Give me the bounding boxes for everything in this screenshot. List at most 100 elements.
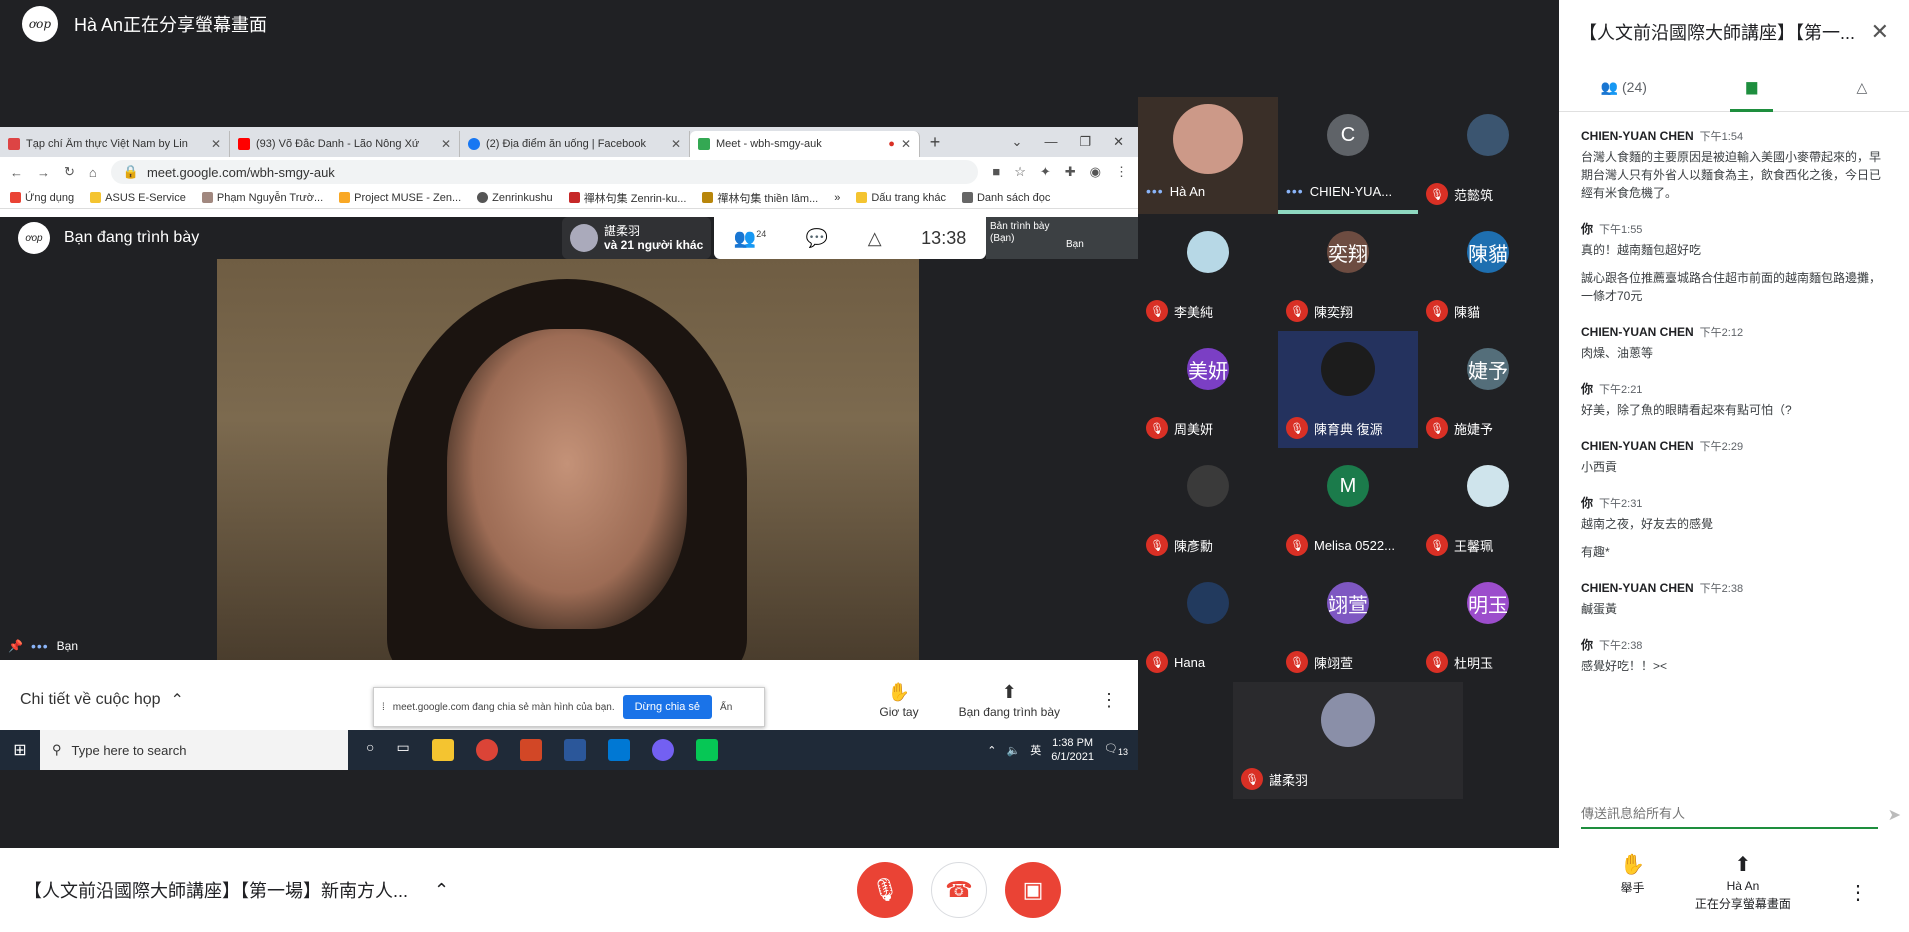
minimize-icon[interactable]: — xyxy=(1044,134,1057,150)
inner-more-button[interactable]: ⋮ xyxy=(1100,690,1118,711)
bookmark[interactable]: 禪林句集 thiền lâm... xyxy=(702,190,818,206)
bookmark[interactable]: ASUS E-Service xyxy=(90,192,186,204)
restore-icon[interactable]: ❐ xyxy=(1079,134,1091,150)
volume-icon[interactable]: 🔈 xyxy=(1006,744,1020,757)
powerpoint-icon[interactable] xyxy=(519,739,542,761)
participant-tile[interactable]: 翊萱 🎙 陳翊萱 xyxy=(1278,565,1418,682)
mail-icon[interactable] xyxy=(607,739,630,761)
taskbar-search[interactable]: ⚲ Type here to search xyxy=(40,730,348,770)
close-window-icon[interactable]: ✕ xyxy=(1113,134,1124,150)
bookmark[interactable]: Project MUSE - Zen... xyxy=(339,192,461,204)
participant-tile[interactable]: 陳貓 🎙 陳貓 xyxy=(1418,214,1558,331)
drag-handle-icon[interactable]: ⁞ xyxy=(382,702,385,713)
participant-tile[interactable]: 婕予 🎙 施婕予 xyxy=(1418,331,1558,448)
close-icon[interactable]: ✕ xyxy=(1871,19,1889,45)
participant-tile[interactable]: 🎙 范懿筑 xyxy=(1418,97,1558,214)
chat-icon[interactable]: 💬 xyxy=(806,228,828,249)
browser-tab[interactable]: Tạp chí Ẩm thực Việt Nam by Lin ✕ xyxy=(0,131,230,157)
participant-tile[interactable]: 🎙 李美純 xyxy=(1138,214,1278,331)
participant-tile[interactable]: ••• Hà An xyxy=(1138,97,1278,214)
windows-start-icon[interactable]: ⊞ xyxy=(0,740,40,760)
search-icon: ⚲ xyxy=(52,742,62,757)
participant-tile[interactable]: 🎙 陳彥勳 xyxy=(1138,448,1278,565)
activities-icon[interactable]: △ xyxy=(868,228,882,249)
meeting-title-button[interactable]: 【人文前沿國際大師講座】【第一場】新南方人... ⌃ xyxy=(24,877,449,903)
meeting-details-button[interactable]: Chi tiết về cuộc họp ⌃ xyxy=(20,690,184,710)
chat-message-input[interactable] xyxy=(1581,800,1878,829)
new-tab-button[interactable]: + xyxy=(920,132,950,153)
inner-raise-hand-button[interactable]: ✋ Giơ tay xyxy=(879,682,918,719)
participant-tile[interactable]: 🎙 Hana xyxy=(1138,565,1278,682)
extension-icon[interactable]: ✦ xyxy=(1040,164,1051,180)
microphone-off-button[interactable]: 🎙 xyxy=(857,862,913,918)
presenter-status-button[interactable]: ⬆ Hà An 正在分享螢幕畫面 xyxy=(1695,852,1791,912)
taskbar-clock[interactable]: 1:38 PM 6/1/2021 xyxy=(1051,736,1094,764)
reading-list[interactable]: Danh sách đọc xyxy=(961,192,1050,204)
tab-search-icon[interactable]: ⌄ xyxy=(1012,134,1023,150)
participant-tile[interactable]: C ••• CHIEN-YUA... xyxy=(1278,97,1418,214)
tab-chat[interactable]: ▆ xyxy=(1730,64,1774,112)
stop-sharing-button[interactable]: Dừng chia sẻ xyxy=(622,695,713,719)
avatar: 翊萱 xyxy=(1327,582,1369,624)
participant-tile[interactable]: 明玉 🎙 杜明玉 xyxy=(1418,565,1558,682)
participant-tile[interactable]: M 🎙 Melisa 0522... xyxy=(1278,448,1418,565)
word-icon[interactable] xyxy=(563,739,586,761)
people-icon[interactable]: 👥24 xyxy=(734,228,766,249)
more-options-button[interactable]: ⋮ xyxy=(1848,880,1868,905)
file-explorer-icon[interactable] xyxy=(431,739,454,761)
star-icon[interactable]: ☆ xyxy=(1014,164,1026,180)
close-icon[interactable]: ✕ xyxy=(211,137,221,151)
tab-activities[interactable]: △ xyxy=(1856,79,1867,96)
browser-tab[interactable]: (93) Võ Đắc Danh - Lão Nông Xứ ✕ xyxy=(230,131,460,157)
chat-message: CHIEN-YUAN CHEN 下午2:12 肉燥、油蔥等 xyxy=(1581,323,1889,362)
inner-participants-pill[interactable]: 諶柔羽 và 21 người khác xyxy=(562,217,712,259)
tab-people[interactable]: 👥 (24) xyxy=(1601,79,1647,96)
profile-icon[interactable]: ◉ xyxy=(1090,164,1101,180)
line-icon[interactable] xyxy=(695,739,718,761)
bookmark-other[interactable]: Dấu trang khác xyxy=(856,192,946,204)
url-text: meet.google.com/wbh-smgy-auk xyxy=(146,164,335,180)
message-time: 下午2:38 xyxy=(1699,583,1744,595)
participant-tile[interactable]: 🎙 王馨珮 xyxy=(1418,448,1558,565)
participant-tile[interactable]: 🎙 陳育典 復源 xyxy=(1278,331,1418,448)
ime-indicator[interactable]: 英 xyxy=(1030,742,1041,758)
menu-icon[interactable]: ⋮ xyxy=(1115,164,1128,180)
notification-icon[interactable]: 🗨13 xyxy=(1104,742,1128,757)
close-icon[interactable]: ✕ xyxy=(901,137,911,151)
inner-present-button[interactable]: ⬆ Bạn đang trình bày xyxy=(959,682,1060,719)
home-icon[interactable]: ⌂ xyxy=(89,165,97,180)
task-view-icon[interactable]: ▭ xyxy=(396,739,409,761)
bookmark-apps[interactable]: Ứng dụng xyxy=(10,192,74,204)
hide-banner-button[interactable]: Ẩn xyxy=(720,702,732,713)
message-text: 台灣人食麵的主要原因是被迫輸入美國小麥帶起來的，早期台灣人只有外省人以麵食為主，… xyxy=(1581,150,1882,200)
browser-tab-active[interactable]: Meet - wbh-smgy-auk ● ✕ xyxy=(690,131,920,157)
bookmark[interactable]: Zenrinkushu xyxy=(477,192,553,204)
hand-icon: ✋ xyxy=(887,681,911,702)
back-icon[interactable]: ← xyxy=(10,165,23,180)
forward-icon[interactable]: → xyxy=(37,165,50,180)
avatar xyxy=(1467,465,1509,507)
close-icon[interactable]: ✕ xyxy=(441,137,451,151)
bookmark[interactable]: Phạm Nguyễn Trườ... xyxy=(201,192,323,204)
close-icon[interactable]: ✕ xyxy=(671,137,681,151)
bookmark[interactable]: 禪林句集 Zenrin-ku... xyxy=(568,190,686,206)
url-field[interactable]: 🔒 meet.google.com/wbh-smgy-auk xyxy=(110,160,979,184)
cortana-icon[interactable]: ○ xyxy=(366,739,374,761)
camera-icon[interactable]: ■ xyxy=(992,164,1000,180)
participant-tile[interactable]: 奕翔 🎙 陳奕翔 xyxy=(1278,214,1418,331)
puzzle-icon[interactable]: ✚ xyxy=(1065,164,1076,180)
tray-chevron-icon[interactable]: ⌃ xyxy=(987,744,996,757)
leave-call-button[interactable]: ☎ xyxy=(931,862,987,918)
pin-icon[interactable]: 📌 xyxy=(8,639,23,653)
participant-tile[interactable]: 美妍 🎙 周美妍 xyxy=(1138,331,1278,448)
raise-hand-button[interactable]: ✋ 舉手 xyxy=(1620,852,1645,912)
viber-icon[interactable] xyxy=(651,739,674,761)
browser-tab[interactable]: (2) Địa điểm ăn uống | Facebook ✕ xyxy=(460,131,690,157)
chrome-icon[interactable] xyxy=(475,739,498,761)
bookmarks-overflow[interactable]: » xyxy=(834,192,840,204)
participant-tile[interactable]: 🎙 諶柔羽 xyxy=(1233,682,1463,799)
camera-off-button[interactable]: ▣ xyxy=(1005,862,1061,918)
reload-icon[interactable]: ↻ xyxy=(64,164,75,180)
message-text: 真的！越南麵包超好吃 xyxy=(1581,243,1702,257)
send-icon[interactable]: ➤ xyxy=(1888,805,1901,825)
